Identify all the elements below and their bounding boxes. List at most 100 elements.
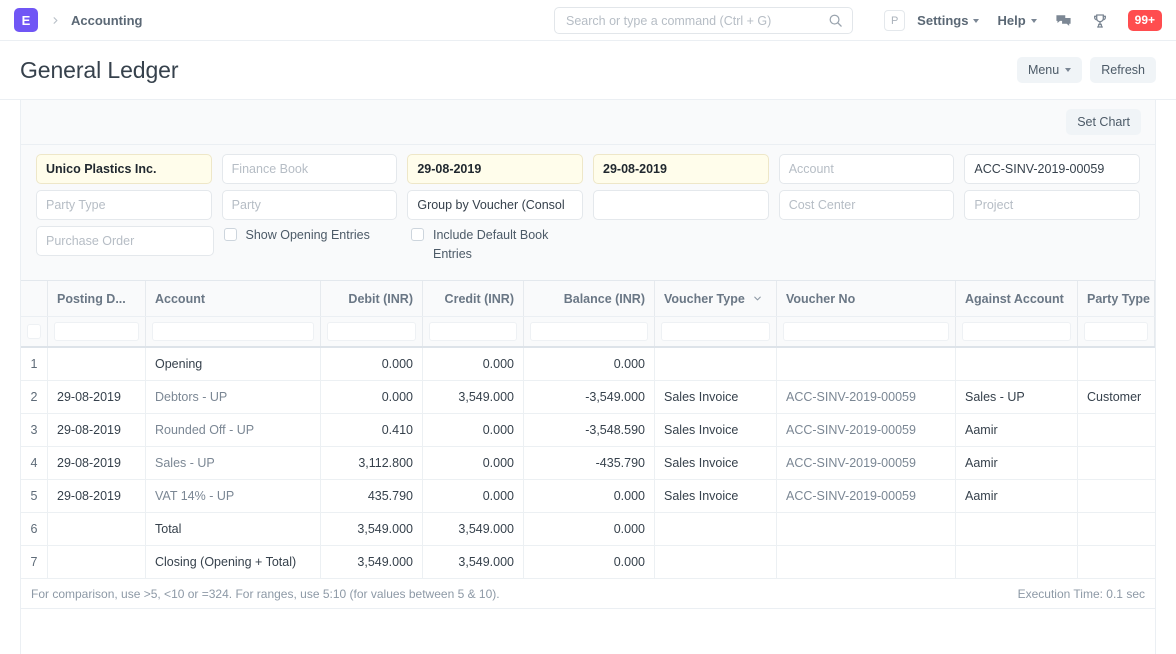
cell-party-type[interactable] <box>1078 414 1155 446</box>
cell-credit[interactable]: 0.000 <box>423 348 524 380</box>
cell-voucher-type[interactable]: Sales Invoice <box>655 447 777 479</box>
cell-account-text[interactable]: Sales - UP <box>155 456 215 470</box>
cell-balance[interactable]: 0.000 <box>524 348 655 380</box>
cell-credit[interactable]: 0.000 <box>423 447 524 479</box>
cell-index[interactable]: 4 <box>21 447 48 479</box>
cell-voucher-no[interactable] <box>777 348 956 380</box>
table-row[interactable]: 7Closing (Opening + Total)3,549.0003,549… <box>21 546 1155 579</box>
filter-cell-balance[interactable] <box>524 317 655 346</box>
help-menu[interactable]: Help <box>997 13 1036 28</box>
column-filter-input[interactable] <box>661 322 770 341</box>
cell-voucher-no[interactable] <box>777 513 956 545</box>
cell-against-account[interactable] <box>956 513 1078 545</box>
cell-account-text[interactable]: Debtors - UP <box>155 390 227 404</box>
table-row[interactable]: 529-08-2019VAT 14% - UP435.7900.0000.000… <box>21 480 1155 513</box>
cell-voucher-no-text[interactable]: ACC-SINV-2019-00059 <box>786 390 916 404</box>
search-input[interactable] <box>564 13 828 29</box>
cell-voucher-no-text[interactable]: ACC-SINV-2019-00059 <box>786 423 916 437</box>
cell-party-type[interactable] <box>1078 513 1155 545</box>
cell-credit[interactable]: 0.000 <box>423 480 524 512</box>
cell-voucher-type[interactable] <box>655 546 777 578</box>
cell-account[interactable]: Rounded Off - UP <box>146 414 321 446</box>
cell-posting-date[interactable]: 29-08-2019 <box>48 381 146 413</box>
cell-credit[interactable]: 3,549.000 <box>423 546 524 578</box>
column-filter-input[interactable] <box>327 322 416 341</box>
column-filter-input[interactable] <box>152 322 314 341</box>
blank-filter[interactable] <box>593 190 769 220</box>
cell-credit[interactable]: 3,549.000 <box>423 381 524 413</box>
table-row[interactable]: 6Total3,549.0003,549.0000.000 <box>21 513 1155 546</box>
column-filter-input[interactable] <box>783 322 949 341</box>
global-search[interactable] <box>554 7 853 34</box>
column-filter-input[interactable] <box>1084 322 1148 341</box>
column-filter-input[interactable] <box>429 322 517 341</box>
notification-badge[interactable]: 99+ <box>1128 10 1162 30</box>
cell-voucher-no-text[interactable]: ACC-SINV-2019-00059 <box>786 456 916 470</box>
to-date-filter[interactable]: 29-08-2019 <box>593 154 769 184</box>
cell-index[interactable]: 7 <box>21 546 48 578</box>
cost-center-filter[interactable]: Cost Center <box>779 190 955 220</box>
avatar[interactable]: P <box>884 10 905 31</box>
cell-voucher-no[interactable]: ACC-SINV-2019-00059 <box>777 447 956 479</box>
refresh-button[interactable]: Refresh <box>1090 57 1156 83</box>
cell-party-type[interactable] <box>1078 447 1155 479</box>
cell-against-account[interactable]: Sales - UP <box>956 381 1078 413</box>
filter-cell-posting-date[interactable] <box>48 317 146 346</box>
cell-posting-date[interactable] <box>48 348 146 380</box>
filter-cell-account[interactable] <box>146 317 321 346</box>
filter-cell-party-type[interactable] <box>1078 317 1155 346</box>
cell-voucher-no-text[interactable]: ACC-SINV-2019-00059 <box>786 489 916 503</box>
cell-index[interactable]: 6 <box>21 513 48 545</box>
cell-balance[interactable]: -3,548.590 <box>524 414 655 446</box>
cell-voucher-type[interactable]: Sales Invoice <box>655 381 777 413</box>
table-row[interactable]: 229-08-2019 Debtors - UP 0.0003,549.000-3,… <box>21 381 1155 414</box>
cell-account[interactable]: Opening <box>146 348 321 380</box>
table-row[interactable]: 329-08-2019Rounded Off - UP0.4100.000-3,… <box>21 414 1155 447</box>
column-header-party-type[interactable]: Party Type <box>1078 281 1155 316</box>
column-header-credit[interactable]: Credit (INR) <box>423 281 524 316</box>
finance-book-filter[interactable]: Finance Book <box>222 154 398 184</box>
cell-posting-date[interactable]: 29-08-2019 <box>48 447 146 479</box>
cell-debit[interactable]: 435.790 <box>321 480 423 512</box>
column-header-debit[interactable]: Debit (INR) <box>321 281 423 316</box>
cell-against-account[interactable] <box>956 546 1078 578</box>
cell-voucher-type[interactable]: Sales Invoice <box>655 480 777 512</box>
cell-debit[interactable]: 0.000 <box>321 381 423 413</box>
cell-account-text[interactable]: VAT 14% - UP <box>155 489 234 503</box>
checkbox-box[interactable] <box>224 228 237 241</box>
cell-debit[interactable]: 3,549.000 <box>321 546 423 578</box>
column-header-balance[interactable]: Balance (INR) <box>524 281 655 316</box>
cell-posting-date[interactable] <box>48 546 146 578</box>
cell-balance[interactable]: -3,549.000 <box>524 381 655 413</box>
checkbox-box[interactable] <box>411 228 424 241</box>
cell-index[interactable]: 5 <box>21 480 48 512</box>
chat-icon[interactable] <box>1055 12 1072 29</box>
cell-balance[interactable]: 0.000 <box>524 546 655 578</box>
cell-balance[interactable]: -435.790 <box>524 447 655 479</box>
column-header-posting-date[interactable]: Posting D... <box>48 281 146 316</box>
cell-posting-date[interactable] <box>48 513 146 545</box>
cell-credit[interactable]: 0.000 <box>423 414 524 446</box>
column-filter-input[interactable] <box>530 322 648 341</box>
cell-party-type[interactable]: Customer <box>1078 381 1155 413</box>
company-filter[interactable]: Unico Plastics Inc. <box>36 154 212 184</box>
table-row[interactable]: 1Opening0.0000.0000.000 <box>21 348 1155 381</box>
cell-index[interactable]: 1 <box>21 348 48 380</box>
column-filter-input[interactable] <box>962 322 1071 341</box>
cell-voucher-no[interactable]: ACC-SINV-2019-00059 <box>777 480 956 512</box>
filter-cell-index[interactable] <box>21 317 48 346</box>
cell-voucher-type[interactable] <box>655 513 777 545</box>
cell-party-type[interactable] <box>1078 480 1155 512</box>
cell-posting-date[interactable]: 29-08-2019 <box>48 414 146 446</box>
project-filter[interactable]: Project <box>964 190 1140 220</box>
table-row[interactable]: 429-08-2019Sales - UP3,112.8000.000-435.… <box>21 447 1155 480</box>
cell-party-type[interactable] <box>1078 348 1155 380</box>
cell-voucher-type[interactable]: Sales Invoice <box>655 414 777 446</box>
cell-index[interactable]: 2 <box>21 381 48 413</box>
cell-account[interactable]: Debtors - UP <box>146 381 321 413</box>
filter-cell-voucher-no[interactable] <box>777 317 956 346</box>
party-filter[interactable]: Party <box>222 190 398 220</box>
voucher-no-filter[interactable]: ACC-SINV-2019-00059 <box>964 154 1140 184</box>
column-header-account[interactable]: Account <box>146 281 321 316</box>
cell-debit[interactable]: 0.000 <box>321 348 423 380</box>
